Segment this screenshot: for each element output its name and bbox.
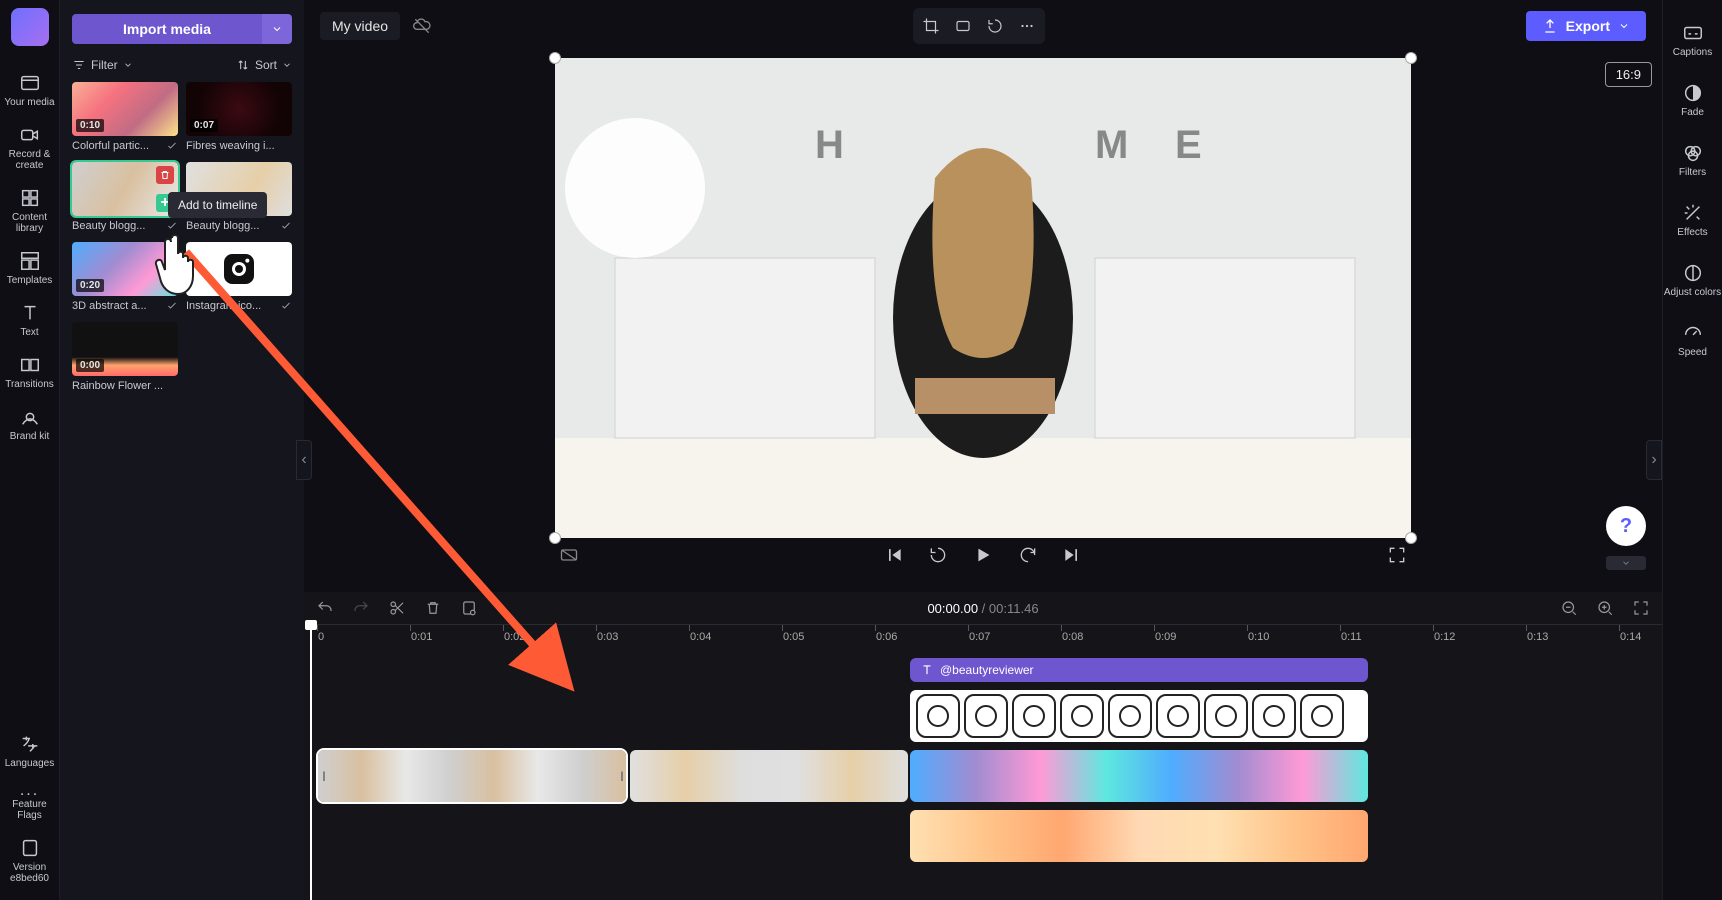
media-clip[interactable]: 0:07 Fibres weaving i...: [186, 82, 292, 152]
canvas-tools: [913, 8, 1045, 44]
fit-icon[interactable]: [950, 13, 976, 39]
zoom-in-icon[interactable]: [1596, 599, 1614, 617]
svg-text:M: M: [1095, 123, 1128, 167]
play-icon[interactable]: [972, 544, 994, 566]
resize-handle[interactable]: [549, 532, 561, 544]
svg-text:H: H: [815, 123, 844, 167]
rail-templates[interactable]: Templates: [0, 242, 59, 294]
tooltip-add-to-timeline: Add to timeline: [168, 192, 267, 218]
rail-text[interactable]: Text: [0, 294, 59, 346]
clip-thumb: +: [72, 162, 178, 216]
redo-icon[interactable]: [352, 599, 370, 617]
media-panel: Import media Filter Sort 0:10 Colorful p…: [60, 0, 304, 900]
rail-speed[interactable]: Speed: [1663, 312, 1722, 368]
help-button[interactable]: ?: [1606, 506, 1646, 546]
hide-preview-icon[interactable]: [559, 545, 579, 565]
check-icon: [280, 300, 292, 312]
transport-controls: [555, 544, 1411, 566]
preview-content: H M E: [555, 58, 1411, 538]
rail-filters[interactable]: Filters: [1663, 132, 1722, 188]
video-preview[interactable]: H M E: [555, 58, 1411, 538]
fullscreen-icon[interactable]: [1387, 545, 1407, 565]
timeline-time: 00:00.00 / 00:11.46: [927, 601, 1038, 616]
text-track-clip[interactable]: @beautyreviewer: [910, 658, 1368, 682]
rail-content-library[interactable]: Content library: [0, 179, 59, 242]
playhead[interactable]: [310, 626, 312, 900]
rail-effects[interactable]: Effects: [1663, 192, 1722, 248]
rail-languages[interactable]: Languages: [0, 725, 59, 777]
zoom-out-icon[interactable]: [1560, 599, 1578, 617]
import-media-caret[interactable]: [262, 14, 292, 44]
resize-handle[interactable]: [549, 52, 561, 64]
svg-text:E: E: [1175, 123, 1202, 167]
more-icon[interactable]: [1014, 13, 1040, 39]
resize-handle[interactable]: [1405, 52, 1417, 64]
timeline: 00:00.00 / 00:11.46 0 0:01 0:02 0:03 0:0…: [304, 592, 1662, 900]
rotate-icon[interactable]: [982, 13, 1008, 39]
crop-icon[interactable]: [918, 13, 944, 39]
rewind-icon[interactable]: [928, 545, 948, 565]
rail-version[interactable]: Version e8bed60: [0, 829, 59, 892]
right-rail: Captions Fade Filters Effects Adjust col…: [1662, 0, 1722, 900]
rail-transitions[interactable]: Transitions: [0, 346, 59, 398]
clip-thumb: 0:07: [186, 82, 292, 136]
top-bar: My video Export: [304, 0, 1662, 52]
rail-adjust-colors[interactable]: Adjust colors: [1663, 252, 1722, 308]
rail-your-media[interactable]: Your media: [0, 64, 59, 116]
check-icon: [280, 220, 292, 232]
left-rail: Your media Record & create Content libra…: [0, 0, 60, 900]
clip-thumb: 0:10: [72, 82, 178, 136]
resize-handle[interactable]: [1405, 532, 1417, 544]
filter-button[interactable]: Filter: [72, 58, 133, 72]
skip-forward-icon[interactable]: [1062, 545, 1082, 565]
check-icon: [166, 300, 178, 312]
cloud-sync-icon: [412, 16, 432, 36]
export-button[interactable]: Export: [1526, 11, 1646, 41]
timeline-ruler[interactable]: 0 0:01 0:02 0:03 0:04 0:05 0:06 0:07 0:0…: [312, 624, 1662, 650]
import-media-button[interactable]: Import media: [72, 14, 262, 44]
delete-clip-button[interactable]: [156, 166, 174, 184]
delete-icon[interactable]: [424, 599, 442, 617]
rail-brand-kit[interactable]: Brand kit: [0, 398, 59, 450]
rail-captions[interactable]: Captions: [1663, 12, 1722, 68]
video-track-clip[interactable]: [630, 750, 908, 802]
video-title-input[interactable]: My video: [320, 12, 400, 40]
video-track-clip[interactable]: ||||: [318, 750, 626, 802]
overlay-track-clip[interactable]: [910, 750, 1368, 802]
preview-area: H M E: [304, 52, 1662, 592]
skip-back-icon[interactable]: [884, 545, 904, 565]
rail-fade[interactable]: Fade: [1663, 72, 1722, 128]
app-logo: [11, 8, 49, 46]
media-clip[interactable]: 0:00 Rainbow Flower ...: [72, 322, 178, 392]
undo-icon[interactable]: [316, 599, 334, 617]
cut-icon[interactable]: [388, 599, 406, 617]
collapse-timeline[interactable]: [1606, 556, 1646, 570]
overlay-track-clip[interactable]: [910, 690, 1368, 742]
split-icon[interactable]: [460, 599, 478, 617]
forward-icon[interactable]: [1018, 545, 1038, 565]
clip-thumb: 0:00: [72, 322, 178, 376]
zoom-fit-icon[interactable]: [1632, 599, 1650, 617]
overlay-track-clip[interactable]: [910, 810, 1368, 862]
sort-button[interactable]: Sort: [236, 58, 292, 72]
media-clip[interactable]: 0:10 Colorful partic...: [72, 82, 178, 152]
timeline-tracks: @beautyreviewer ||||: [312, 650, 1654, 892]
rail-more[interactable]: ...Feature Flags: [0, 777, 59, 829]
rail-record[interactable]: Record & create: [0, 116, 59, 179]
media-clip[interactable]: + Beauty blogg...: [72, 162, 178, 232]
check-icon: [166, 140, 178, 152]
annotation-hand-icon: [152, 228, 208, 300]
